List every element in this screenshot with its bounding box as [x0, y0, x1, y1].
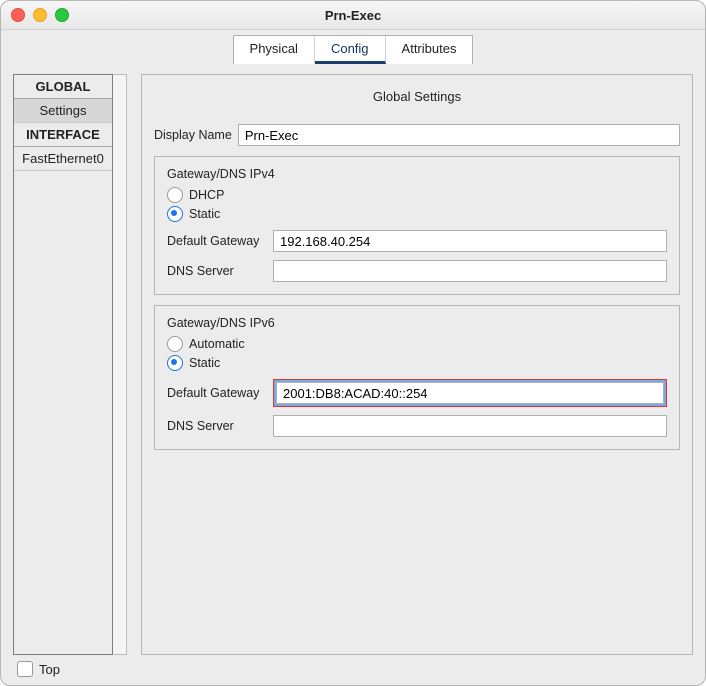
- top-label: Top: [39, 662, 60, 677]
- footer: Top: [13, 655, 693, 679]
- ipv6-static-label: Static: [189, 356, 220, 370]
- display-name-input[interactable]: [238, 124, 680, 146]
- tab-physical[interactable]: Physical: [234, 36, 315, 64]
- top-checkbox[interactable]: [17, 661, 33, 677]
- main-panel: Global Settings Display Name Gateway/DNS…: [141, 74, 693, 655]
- sidebar-header-global: GLOBAL: [14, 75, 112, 99]
- display-name-row: Display Name: [154, 124, 680, 146]
- radio-icon: [167, 336, 183, 352]
- ipv6-gateway-input[interactable]: [276, 382, 664, 404]
- sidebar-header-interface: INTERFACE: [14, 123, 112, 147]
- ipv6-dns-input[interactable]: [273, 415, 667, 437]
- radio-icon: [167, 187, 183, 203]
- sidebar: GLOBAL Settings INTERFACE FastEthernet0: [13, 74, 127, 655]
- ipv4-title: Gateway/DNS IPv4: [167, 167, 667, 181]
- tab-config[interactable]: Config: [315, 36, 386, 64]
- ipv4-dhcp-label: DHCP: [189, 188, 224, 202]
- ipv6-group: Gateway/DNS IPv6 Automatic Static Defaul…: [154, 305, 680, 450]
- ipv4-gateway-label: Default Gateway: [167, 234, 267, 248]
- ipv6-gateway-label: Default Gateway: [167, 386, 267, 400]
- ipv4-dns-input[interactable]: [273, 260, 667, 282]
- ipv4-dns-label: DNS Server: [167, 264, 267, 278]
- radio-icon: [167, 355, 183, 371]
- ipv6-gateway-highlight: [273, 379, 667, 407]
- tab-bar: Physical Config Attributes: [1, 30, 705, 64]
- ipv6-title: Gateway/DNS IPv6: [167, 316, 667, 330]
- ipv4-gateway-input[interactable]: [273, 230, 667, 252]
- ipv6-dns-label: DNS Server: [167, 419, 267, 433]
- ipv4-group: Gateway/DNS IPv4 DHCP Static Default Gat…: [154, 156, 680, 295]
- radio-icon: [167, 206, 183, 222]
- app-window: Prn-Exec Physical Config Attributes GLOB…: [0, 0, 706, 686]
- ipv4-dhcp-option[interactable]: DHCP: [167, 187, 667, 203]
- sidebar-item-fastethernet0[interactable]: FastEthernet0: [14, 147, 112, 171]
- window-title: Prn-Exec: [1, 8, 705, 23]
- sidebar-item-settings[interactable]: Settings: [14, 99, 112, 123]
- ipv6-automatic-label: Automatic: [189, 337, 245, 351]
- sidebar-scrollbar[interactable]: [113, 74, 127, 655]
- panel-title: Global Settings: [154, 83, 680, 114]
- ipv4-static-option[interactable]: Static: [167, 206, 667, 222]
- title-bar: Prn-Exec: [1, 1, 705, 30]
- display-name-label: Display Name: [154, 128, 232, 142]
- ipv6-static-option[interactable]: Static: [167, 355, 667, 371]
- ipv6-automatic-option[interactable]: Automatic: [167, 336, 667, 352]
- tab-attributes[interactable]: Attributes: [386, 36, 473, 64]
- ipv4-static-label: Static: [189, 207, 220, 221]
